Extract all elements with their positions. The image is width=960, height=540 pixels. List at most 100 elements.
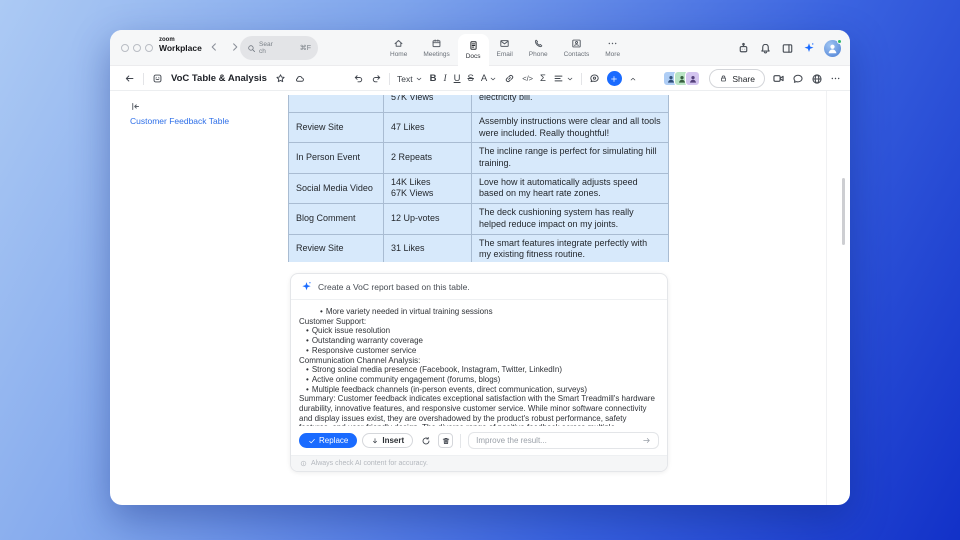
window-close-button[interactable]	[121, 44, 129, 52]
table-cell[interactable]: The incline range is perfect for simulat…	[472, 143, 669, 173]
chevron-down-icon	[415, 75, 423, 83]
text-color-dropdown[interactable]: A	[481, 73, 497, 84]
chevron-down-icon	[489, 75, 497, 83]
lock-icon	[719, 74, 728, 83]
bold-button[interactable]: B	[430, 73, 437, 84]
undo-button[interactable]	[353, 73, 364, 84]
code-button[interactable]: </>	[522, 74, 533, 83]
table-cell[interactable]: 57K Views	[384, 95, 472, 113]
table-cell[interactable]: In Person Event	[289, 143, 384, 173]
video-call-button[interactable]	[772, 72, 785, 85]
ai-prompt-text: Create a VoC report based on this table.	[318, 282, 470, 292]
insert-button[interactable]: Insert	[362, 433, 413, 448]
ai-actions-row: Replace Insert	[291, 426, 667, 455]
table-cell[interactable]: Social Media Video	[289, 173, 384, 203]
user-avatar[interactable]	[824, 40, 841, 57]
table-cell[interactable]: 2 Repeats	[384, 143, 472, 173]
tab-home[interactable]: Home	[382, 30, 415, 66]
table-cell[interactable]: The smart features integrate perfectly w…	[472, 234, 669, 262]
text-style-dropdown[interactable]: Text	[397, 74, 423, 84]
table-row: In Person Event2 RepeatsThe incline rang…	[289, 143, 669, 173]
zoom-workplace-window: zoom Workplace Search ⌘F HomeMeetingsDoc…	[110, 30, 850, 505]
redo-button[interactable]	[371, 73, 382, 84]
more-options-button[interactable]	[830, 73, 841, 84]
page-edge-divider	[826, 91, 827, 505]
table-cell[interactable]: 47 Likes	[384, 113, 472, 143]
table-cell[interactable]: Blog Comment	[289, 204, 384, 234]
table-row: Blog Comment12 Up-votesThe deck cushioni…	[289, 204, 669, 234]
tab-phone[interactable]: Phone	[521, 30, 556, 66]
table-row: Review Site31 LikesThe smart features in…	[289, 234, 669, 262]
underline-button[interactable]: U	[454, 73, 461, 84]
phone-icon	[533, 38, 544, 49]
assistant-icon[interactable]	[737, 42, 750, 55]
sidebar-outline-item[interactable]: Customer Feedback Table	[130, 116, 229, 126]
share-button[interactable]: Share	[709, 69, 765, 88]
table-cell[interactable]: 12 Up-votes	[384, 204, 472, 234]
tab-contacts[interactable]: Contacts	[556, 30, 598, 66]
table-cell[interactable]: Love how it automatically adjusts speed …	[472, 173, 669, 203]
favorite-star-icon[interactable]	[275, 73, 286, 84]
vertical-scrollbar[interactable]	[842, 178, 845, 245]
tab-docs[interactable]: Docs	[458, 34, 489, 66]
cloud-saved-icon	[294, 73, 305, 84]
chevron-down-icon	[566, 75, 574, 83]
table-cell[interactable]: Review Site	[289, 234, 384, 262]
italic-button[interactable]: I	[443, 74, 446, 84]
ai-line: Summary: Customer feedback indicates exc…	[299, 394, 657, 426]
table-cell[interactable]: 31 Likes	[384, 234, 472, 262]
globe-button[interactable]	[811, 73, 823, 85]
ai-line: •Multiple feedback channels (in-person e…	[299, 385, 657, 395]
collaborator-avatars[interactable]	[663, 71, 700, 86]
tab-email[interactable]: Email	[489, 30, 521, 66]
table-cell[interactable]: Review Site	[289, 113, 384, 143]
collaborator-avatar	[685, 71, 700, 86]
replace-button[interactable]: Replace	[299, 433, 357, 448]
window-zoom-button[interactable]	[145, 44, 153, 52]
delete-result-button[interactable]	[438, 433, 453, 448]
insert-block-button[interactable]	[607, 71, 622, 86]
tab-more[interactable]: More	[597, 30, 628, 66]
table-cell[interactable]: Assembly instructions were clear and all…	[472, 113, 669, 143]
align-icon	[553, 73, 564, 84]
check-icon	[308, 437, 316, 445]
link-button[interactable]	[504, 73, 515, 84]
global-search-input[interactable]: Search ⌘F	[240, 36, 318, 60]
table-cell[interactable]: The deck cushioning system has really he…	[472, 204, 669, 234]
table-cell[interactable]	[289, 95, 384, 113]
arrow-down-icon	[371, 437, 379, 445]
ai-line: •Outstanding warranty coverage	[299, 336, 657, 346]
history-back-icon[interactable]	[208, 41, 220, 53]
table-row: Review Site47 LikesAssembly instructions…	[289, 113, 669, 143]
table-cell[interactable]: electricity bill.	[472, 95, 669, 113]
plus-icon	[610, 75, 618, 83]
layout-icon[interactable]	[781, 42, 794, 55]
back-button[interactable]	[124, 73, 135, 84]
customer-feedback-table: 57K Viewselectricity bill.Review Site47 …	[288, 95, 669, 262]
docs-hub-icon[interactable]	[152, 73, 163, 84]
collapse-sidebar-button[interactable]	[130, 101, 141, 112]
ai-companion-panel: Create a VoC report based on this table.…	[290, 273, 668, 472]
window-minimize-button[interactable]	[133, 44, 141, 52]
table-cell[interactable]: 14K Likes 67K Views	[384, 173, 472, 203]
ai-sparkle-icon[interactable]	[803, 42, 815, 54]
ai-sparkle-icon	[301, 281, 312, 292]
chat-button[interactable]	[792, 73, 804, 85]
improve-result-field[interactable]	[468, 432, 659, 449]
more-dots-icon	[607, 38, 618, 49]
person-icon	[688, 74, 698, 84]
comment-button[interactable]	[589, 73, 600, 84]
bell-icon[interactable]	[759, 42, 772, 55]
align-dropdown[interactable]	[553, 73, 574, 84]
improve-result-input[interactable]	[476, 436, 638, 445]
tab-meetings[interactable]: Meetings	[415, 30, 457, 66]
ai-line: •Strong social media presence (Facebook,…	[299, 365, 657, 375]
regenerate-button[interactable]	[418, 433, 433, 448]
strikethrough-button[interactable]: S	[468, 73, 474, 84]
zoom-workplace-logo: zoom Workplace	[159, 37, 202, 53]
formula-button[interactable]: Σ	[540, 73, 546, 84]
window-controls[interactable]	[121, 44, 153, 52]
submit-arrow-icon[interactable]	[642, 436, 651, 445]
contacts-icon	[571, 38, 582, 49]
collapse-toolbar-button[interactable]	[629, 75, 637, 83]
